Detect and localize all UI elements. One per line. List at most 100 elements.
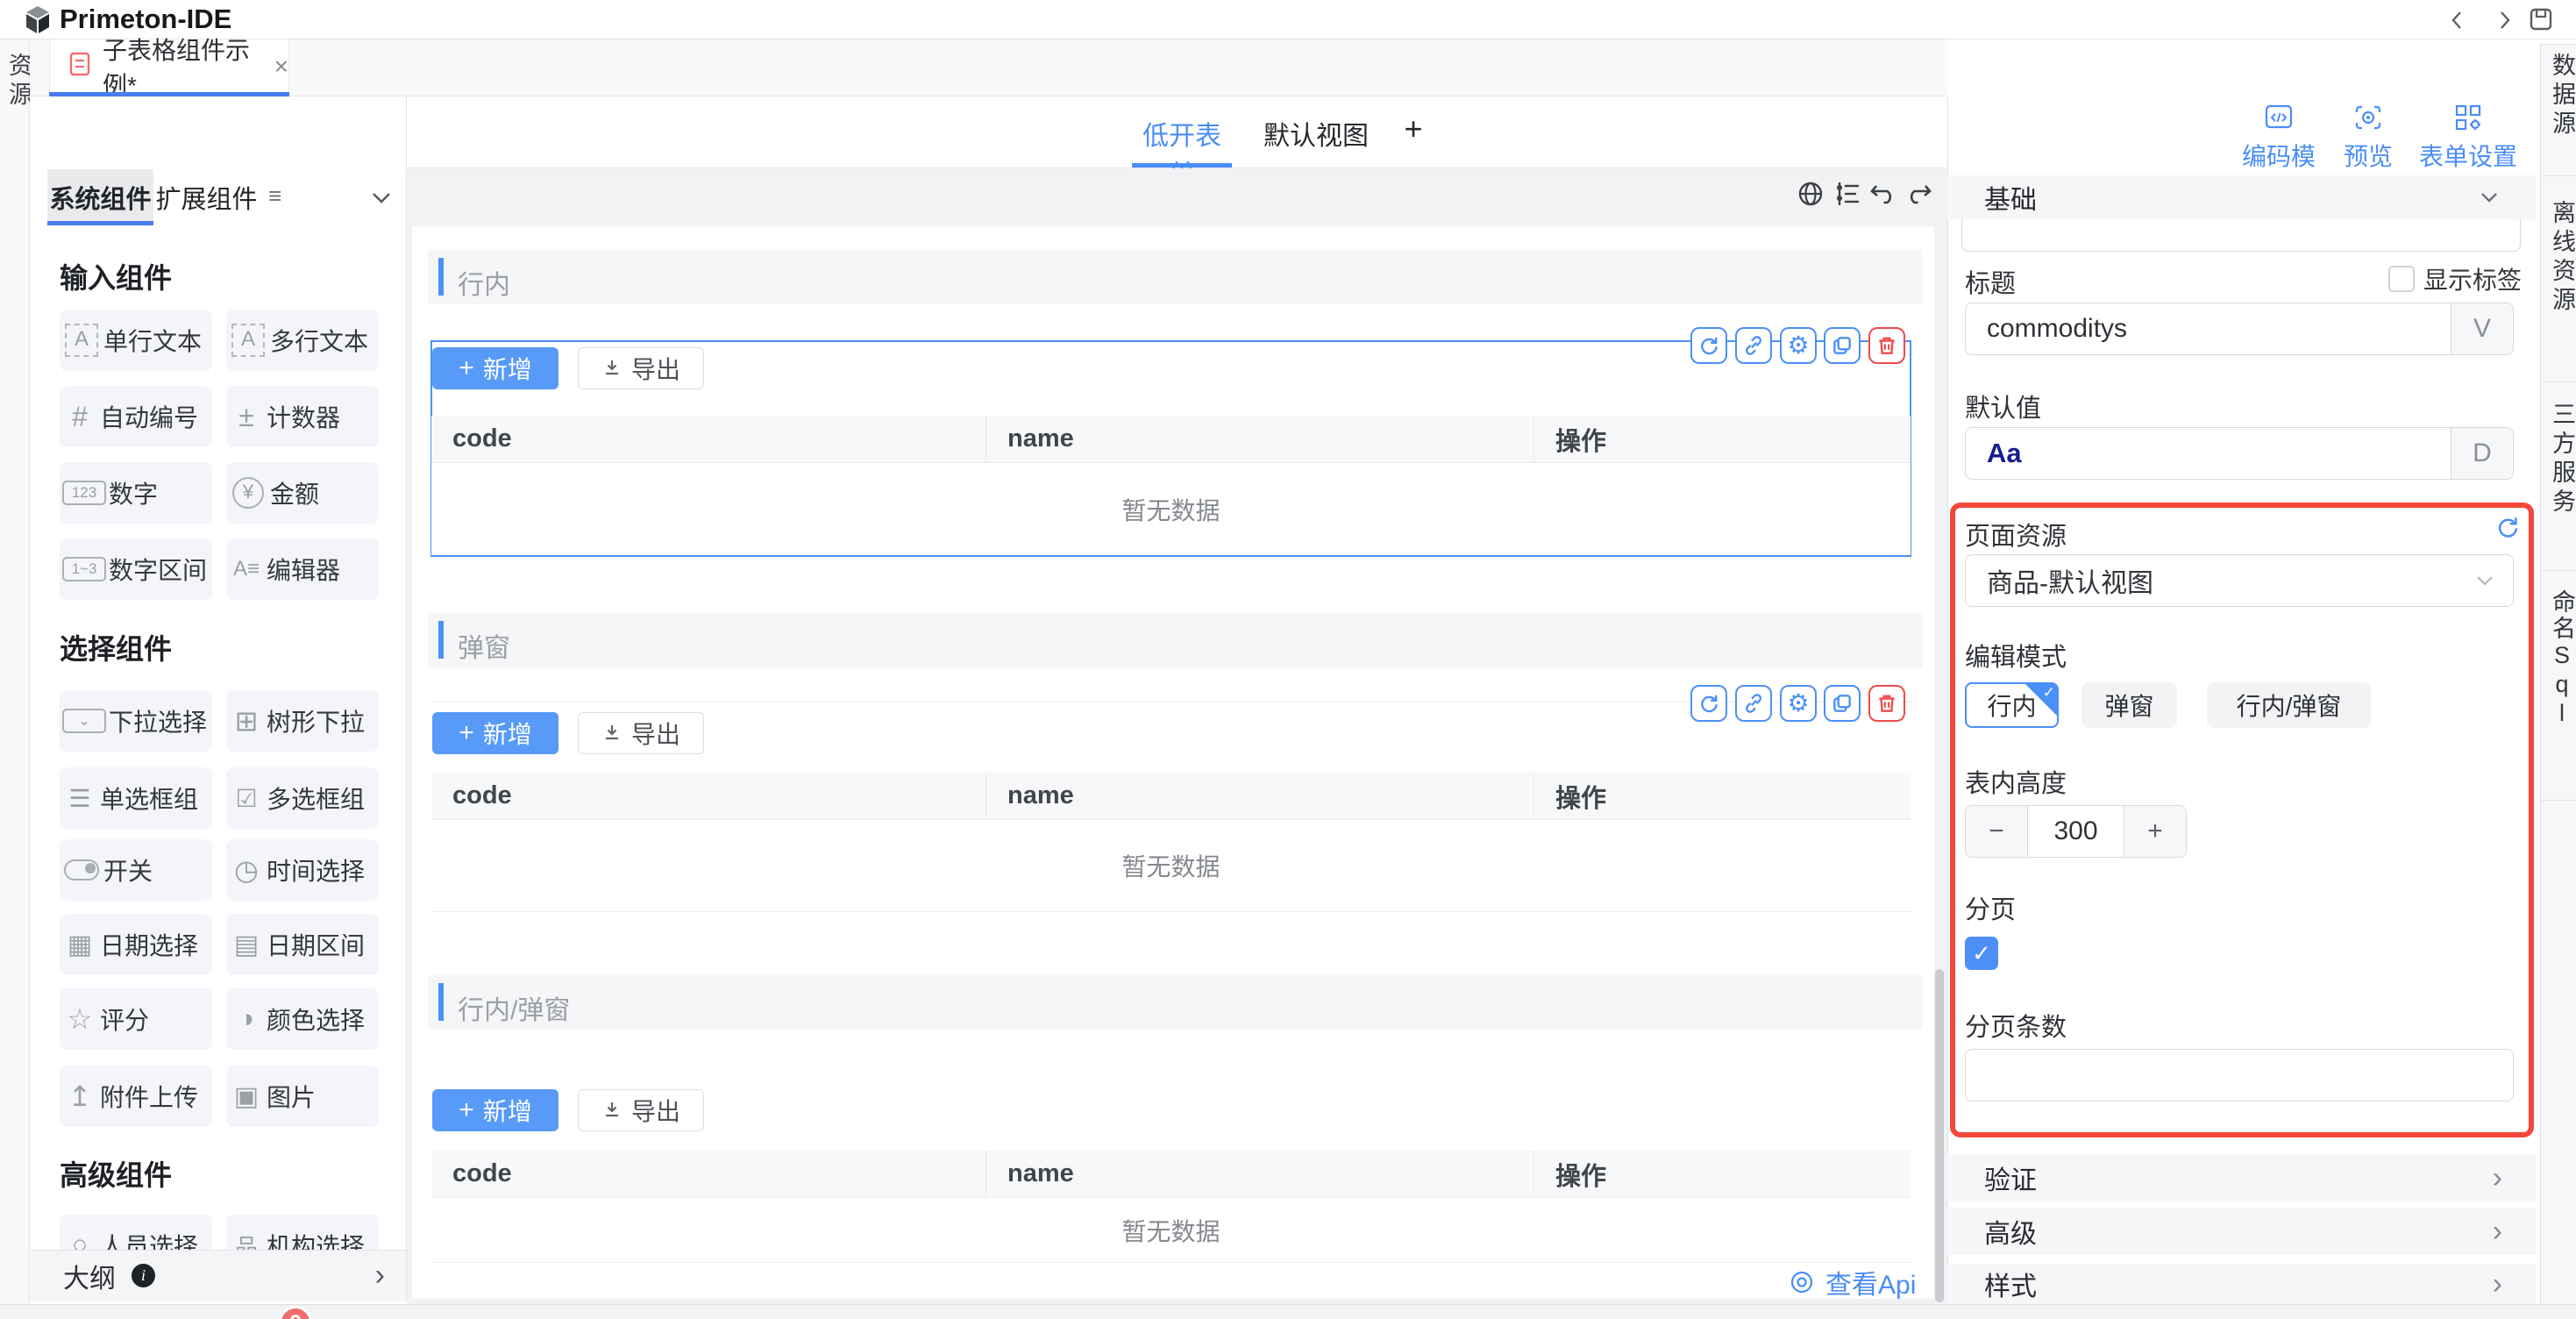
add-row-button3[interactable]: + 新增 [432, 1089, 559, 1131]
add-row-button[interactable]: + 新增 [432, 347, 559, 389]
chevron-right-icon: › [2493, 1267, 2502, 1301]
save-icon[interactable] [2529, 7, 2553, 36]
palette-tab-extended[interactable]: 扩展组件 [153, 169, 260, 225]
palette-item-checkbox-group[interactable]: ☑多选框组 [226, 767, 379, 829]
palette-item-image[interactable]: ▣图片 [226, 1066, 379, 1127]
section-validation[interactable]: 验证 › [1947, 1154, 2536, 1201]
rail-item-services[interactable]: 三方服务 [2545, 402, 2576, 517]
palette-menu-icon[interactable]: ≡ [268, 182, 281, 210]
palette-item-counter[interactable]: ±计数器 [226, 386, 379, 447]
widget-link-button[interactable] [1735, 327, 1772, 364]
palette-item-dropdown[interactable]: ⌄下拉选择 [60, 690, 212, 752]
canvas-scrollbar[interactable] [1935, 969, 1944, 1302]
export-button3[interactable]: 导出 [578, 1089, 704, 1131]
export-button2[interactable]: 导出 [578, 712, 704, 754]
palette-item-rating[interactable]: ☆评分 [60, 988, 212, 1050]
table2-empty: 暂无数据 [431, 820, 1911, 912]
widget-settings-button[interactable]: ⚙ [1780, 327, 1817, 364]
widget-copy-button[interactable] [1824, 327, 1861, 364]
stepper-value[interactable]: 300 [2028, 806, 2124, 857]
partial-input [1961, 219, 2521, 252]
show-label-text: 显示标签 [2423, 261, 2522, 296]
outline-tree-icon[interactable] [1832, 179, 1862, 213]
section-advanced[interactable]: 高级 › [1947, 1208, 2536, 1255]
show-label-checkbox-row[interactable]: 显示标签 [2388, 261, 2522, 296]
checkbox-group-icon: ☑ [226, 784, 267, 813]
palette-item-number[interactable]: 123数字 [60, 462, 212, 524]
palette-item-currency[interactable]: ¥金额 [226, 462, 379, 524]
widget2-delete-button[interactable] [1868, 685, 1905, 722]
widget2-copy-button[interactable] [1824, 685, 1861, 722]
palette-item-file-upload[interactable]: ↥附件上传 [60, 1066, 212, 1127]
table3-col-action: 操作 [1534, 1151, 1911, 1197]
doc-tab-close-icon[interactable]: × [274, 53, 288, 81]
rail-divider [2541, 800, 2576, 801]
title-input[interactable]: commoditys V [1965, 303, 2514, 355]
table2-col-name: name [986, 773, 1534, 819]
palette-item-multi-text[interactable]: A多行文本 [226, 310, 379, 371]
globe-icon[interactable] [1796, 179, 1825, 213]
doc-tab[interactable]: 子表格组件示例* × [49, 39, 289, 93]
nav-forward-icon[interactable] [2493, 9, 2516, 36]
number-icon: 123 [62, 481, 106, 505]
table-height-stepper: − 300 + [1965, 805, 2187, 858]
palette-item-number-range[interactable]: 1~3数字区间 [60, 538, 212, 600]
widget2-settings-button[interactable]: ⚙ [1780, 685, 1817, 722]
palette-item-single-text[interactable]: A单行文本 [60, 310, 212, 371]
stepper-decrease-button[interactable]: − [1966, 806, 2028, 857]
rail-item-named-sql[interactable]: 命名Sql [2545, 589, 2576, 729]
table3-col-name: name [986, 1151, 1534, 1197]
widget-refresh-button[interactable] [1690, 327, 1727, 364]
view-api-link[interactable]: 查看Api [1789, 1263, 1916, 1301]
view-tab-default[interactable]: 默认视图 [1263, 114, 1369, 153]
palette-item-tree-dropdown[interactable]: ⊞树形下拉 [226, 690, 379, 752]
show-label-checkbox[interactable] [2388, 266, 2415, 292]
edit-mode-inline-button[interactable]: 行内 ✓ [1965, 682, 2059, 728]
radio-group-icon: ☰ [60, 784, 100, 813]
palette-item-switch[interactable]: 开关 [60, 839, 212, 901]
palette-item-date-range[interactable]: ▤日期区间 [226, 914, 379, 975]
palette-item-date-picker[interactable]: ▦日期选择 [60, 914, 212, 975]
stepper-increase-button[interactable]: + [2124, 806, 2186, 857]
redo-icon[interactable] [1903, 179, 1934, 213]
palette-item-editor[interactable]: A≡编辑器 [226, 538, 379, 600]
section-style[interactable]: 样式 › [1947, 1264, 2536, 1304]
undo-icon[interactable] [1868, 179, 1899, 213]
page-size-input[interactable] [1965, 1049, 2514, 1102]
edit-mode-both-button[interactable]: 行内/弹窗 [2207, 682, 2371, 728]
rail-divider [2541, 570, 2576, 571]
rail-item-datasource[interactable]: 数据源 [2545, 53, 2576, 139]
export-button[interactable]: 导出 [578, 347, 704, 389]
pagination-checkbox[interactable]: ✓ [1965, 937, 1998, 970]
tree-dropdown-icon: ⊞ [226, 704, 267, 738]
preview-button[interactable]: 预览 [2338, 103, 2399, 173]
view-tab-add[interactable]: + [1396, 111, 1431, 147]
form-settings-button[interactable]: 表单设置 [2416, 103, 2521, 173]
default-input[interactable]: Aa D [1965, 427, 2514, 480]
plus-icon: + [459, 718, 474, 748]
palette-tab-system-label: 系统组件 [49, 179, 151, 216]
page-resource-select[interactable]: 商品-默认视图 [1965, 554, 2514, 607]
default-input-suffix[interactable]: D [2451, 428, 2513, 479]
widget2-link-button[interactable] [1735, 685, 1772, 722]
resource-refresh-icon[interactable] [2494, 514, 2521, 545]
palette-item-color-picker[interactable]: ◑颜色选择 [226, 988, 379, 1050]
add-row-button2[interactable]: + 新增 [432, 712, 559, 754]
rail-item-offline[interactable]: 离线资源 [2545, 200, 2576, 316]
widget-delete-button[interactable] [1868, 327, 1905, 364]
form-settings-icon [2453, 103, 2483, 132]
outline-bar[interactable]: 大纲 i › [30, 1250, 407, 1301]
widget2-refresh-button[interactable] [1690, 685, 1727, 722]
basic-section-header[interactable]: 基础 [1947, 175, 2536, 219]
outline-expand-icon[interactable]: › [375, 1258, 385, 1293]
export-label: 导出 [631, 1093, 680, 1128]
nav-back-icon[interactable] [2446, 9, 2469, 36]
palette-tab-system[interactable]: 系统组件 [47, 169, 153, 225]
top-bar [0, 0, 2576, 39]
edit-mode-dialog-button[interactable]: 弹窗 [2081, 682, 2177, 728]
palette-item-radio-group[interactable]: ☰单选框组 [60, 767, 212, 829]
palette-collapse-icon[interactable] [368, 184, 395, 215]
palette-item-auto-number[interactable]: #自动编号 [60, 386, 212, 447]
title-input-suffix[interactable]: V [2451, 303, 2513, 354]
palette-item-time-picker[interactable]: ◷时间选择 [226, 839, 379, 901]
